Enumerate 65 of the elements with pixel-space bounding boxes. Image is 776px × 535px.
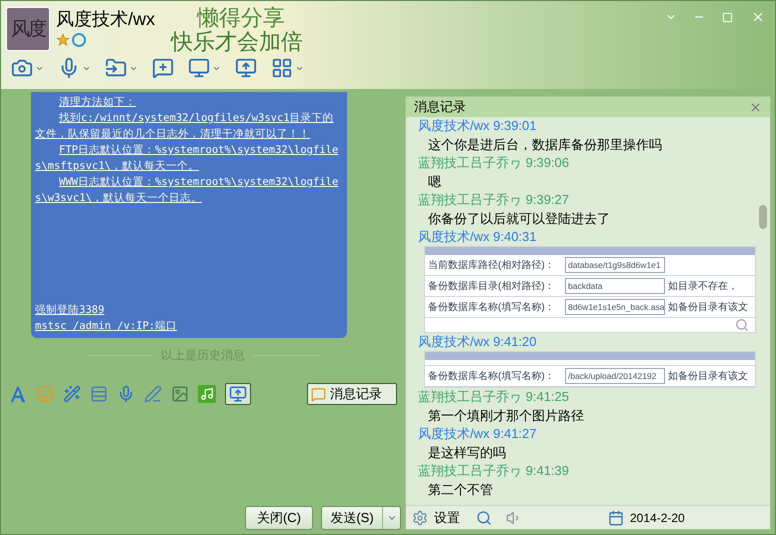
form-label: 备份数据库名称(填写名称)： (428, 370, 556, 384)
sender-line: 蓝翔技工吕子乔ヮ 9:41:25 (418, 388, 570, 406)
form-note: 如目录不存在， (668, 280, 738, 294)
search-icon[interactable] (476, 510, 492, 526)
form-note: 如备份目录有该文 (668, 370, 748, 384)
form-label: 备份数据库目录(相对路径)： (428, 280, 556, 294)
message-text: 清理方法如下： (58, 95, 137, 110)
message-text: 是这样写的吗 (427, 444, 507, 462)
form-note: 如备份目录有该文 (668, 300, 748, 314)
screen-share-icon[interactable] (235, 57, 257, 79)
magic-icon[interactable] (63, 385, 81, 403)
message-text: 强制登陆3389 (35, 303, 106, 318)
form-label: 备份数据库名称(填写名称)： (428, 300, 556, 314)
form-field: backdata (565, 278, 665, 294)
settings-label[interactable]: 设置 (434, 508, 460, 528)
chat-bubble-icon (311, 386, 326, 402)
screenshot-image[interactable]: 当前数据库路径(相对路径)： database/t1g9s8d6w1e1 备份数据库目录(相对路径)： backdata 如目录不存在， 备份数据库名称(填写名称)： 8d6w1e1s1e5n_back.asa 如备份目录有该文 (424, 246, 756, 333)
message-text: 找到c:/winnt/system32/logfiles/w3svc1目录下的文件，队保留最近的几个日志外，清理干净就可以了！！ (35, 111, 335, 142)
zoom-icon[interactable] (735, 318, 749, 332)
message-text: WWW日志默认位置：%systemroot%\system32\logfiles\w3svc1\，默认每天一个日志。 (35, 175, 340, 206)
message-text: FTP日志默认位置：%systemroot%\system32\logfiles\msftpsvc1\，默认每天一个。 (35, 143, 340, 174)
sender-line: 风度技术/wx 9:41:27 (418, 425, 538, 443)
sender-line: 风度技术/wx 9:40:31 (418, 228, 538, 246)
panel-title: 消息记录 (414, 98, 466, 116)
music-icon[interactable] (198, 385, 216, 403)
form-field: 8d6w1e1s1e5n_back.asa (565, 299, 665, 315)
apps-icon[interactable] (271, 57, 293, 79)
folder-icon[interactable] (105, 57, 127, 79)
webcam-icon[interactable] (11, 57, 33, 79)
form-field: database/t1g9s8d6w1e1 (565, 257, 665, 273)
settings-icon[interactable] (412, 510, 428, 526)
calendar-icon[interactable] (608, 510, 624, 526)
message-text: 第二个不管 (427, 481, 494, 499)
close-icon (751, 10, 765, 24)
message-text: 嗯 (427, 173, 442, 191)
sender-line: 蓝翔技工吕子乔ヮ 9:41:39 (418, 462, 570, 480)
banner-slogan: 懒得分享 (196, 7, 286, 29)
sender-line: 蓝翔技工吕子乔ヮ 9:39:06 (418, 154, 570, 172)
message-text: mstsc /admin /v:IP:端口 (35, 319, 178, 334)
date-label: 2014-2-20 (630, 510, 685, 526)
screenshot-button[interactable] (225, 383, 251, 405)
sender-line: 风度技术/wx 9:39:01 (418, 117, 538, 135)
close-icon[interactable] (749, 100, 762, 114)
history-toggle-button[interactable]: 消息记录 (307, 383, 397, 405)
form-field: /back/upload/20142192 (565, 368, 665, 384)
message-text: 你备份了以后就可以登陆进去了 (427, 210, 611, 228)
chat-add-icon[interactable] (152, 57, 174, 79)
monitor-icon[interactable] (188, 57, 210, 79)
message-text: 第一个填刚才那个图片路径 (427, 407, 585, 425)
picture-icon[interactable] (171, 385, 189, 403)
message-text: 这个你是进后台，数据库备份那里操作吗 (427, 136, 663, 154)
sender-line: 风度技术/wx 9:41:20 (418, 333, 538, 351)
note-icon[interactable] (144, 385, 162, 403)
sender-line: 蓝翔技工吕子乔ヮ 9:39:27 (418, 191, 570, 209)
form-label: 当前数据库路径(相对路径)： (428, 258, 556, 272)
banner-slogan: 快乐才会加倍 (171, 31, 303, 53)
screenshot-image[interactable]: 备份数据库名称(填写名称)： /back/upload/20142192 如备份目录有该文 (424, 351, 756, 388)
layout-icon[interactable] (90, 385, 108, 403)
maximize-icon (722, 12, 732, 22)
window-title: 风度技术/wx (56, 8, 155, 31)
voice-icon[interactable] (117, 385, 135, 403)
close-chat-button[interactable]: 关闭(C) (245, 506, 313, 530)
star-icon (56, 33, 70, 47)
send-button[interactable]: 发送(S) (321, 506, 401, 530)
font-icon[interactable] (9, 385, 27, 403)
